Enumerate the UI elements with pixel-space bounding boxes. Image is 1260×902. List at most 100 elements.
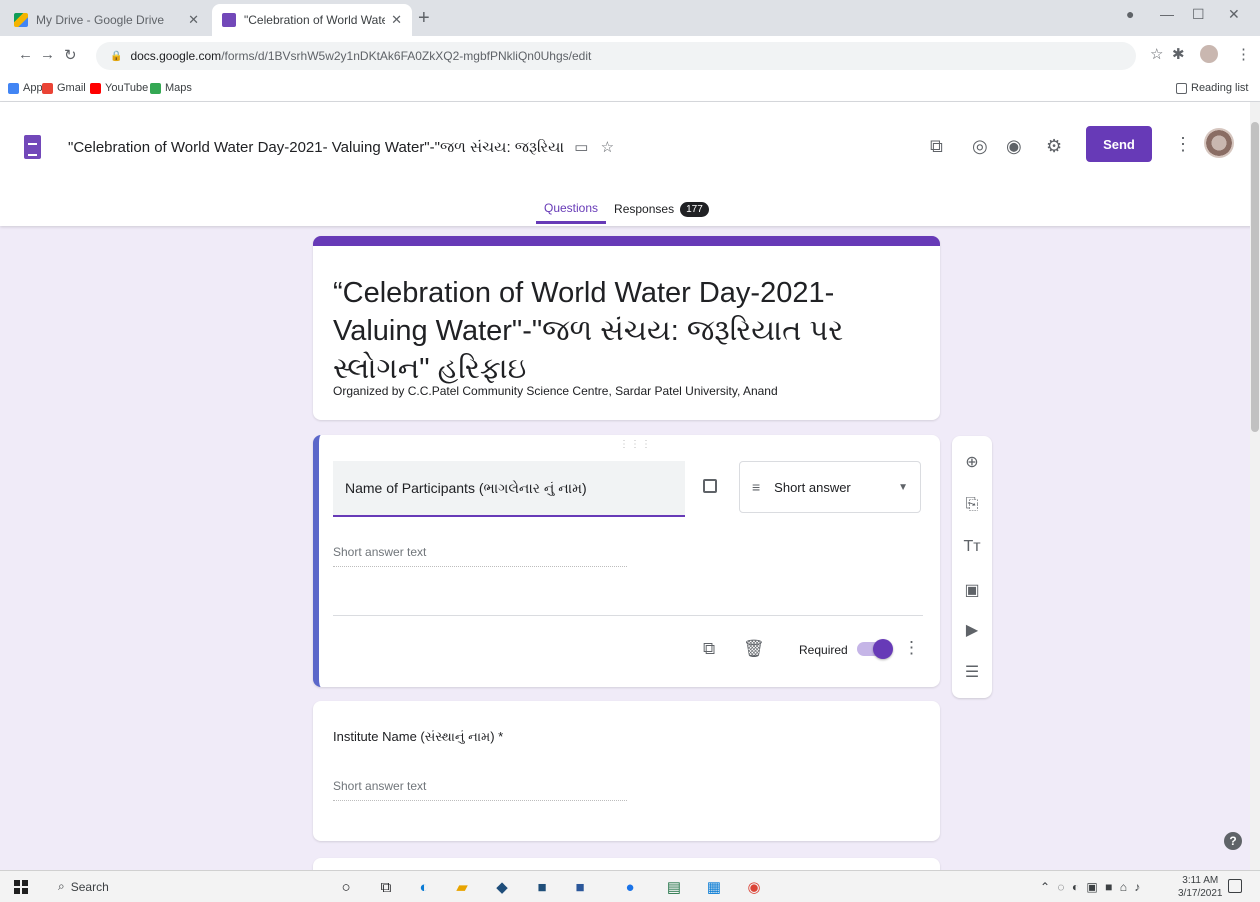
close-tab-icon[interactable]: ✕ xyxy=(188,12,199,28)
add-image-icon[interactable] xyxy=(703,479,717,493)
toggle-knob xyxy=(873,639,893,659)
add-video-icon[interactable]: ▶ xyxy=(952,620,992,640)
gmail-icon xyxy=(42,82,53,94)
delete-trash-icon[interactable]: 🗑 xyxy=(743,639,765,659)
folder-icon[interactable]: ▭ xyxy=(574,139,588,156)
add-question-icon[interactable]: ⊕ xyxy=(952,452,992,472)
google-forms-icon xyxy=(222,13,236,27)
google-forms-logo-icon[interactable] xyxy=(24,135,41,159)
close-tab-icon[interactable]: ✕ xyxy=(391,12,402,28)
tab-questions-label: Questions xyxy=(544,200,599,215)
question-card[interactable]: Institute Name (સંસ્થાનું નામ) * Short a… xyxy=(313,701,940,841)
url-path: /forms/d/1BVsrhW5w2y1nDKtAk6FA0ZkXQ2-mgb… xyxy=(221,49,592,63)
app-blue-icon[interactable]: ● xyxy=(620,877,640,897)
bookmark-maps[interactable]: Maps xyxy=(150,82,192,94)
floating-toolbar: ⊕ ⎘ Tт ▣ ▶ ☰ xyxy=(952,436,992,698)
maximize-icon[interactable]: ☐ xyxy=(1192,6,1205,23)
short-answer-icon: ≡ xyxy=(752,479,761,495)
task-view-icon[interactable]: ⧉ xyxy=(376,877,396,897)
add-title-text-icon[interactable]: Tт xyxy=(952,538,992,556)
tab-responses-label: Responses xyxy=(614,202,675,216)
add-image-icon[interactable]: ▣ xyxy=(952,580,992,600)
system-tray-icons[interactable]: ⌃ ◌ ◐ ▣ ■ ⌂ ♪ xyxy=(1040,880,1142,894)
dropdown-caret-icon: ▼ xyxy=(898,481,908,493)
clock-time: 3:11 AM xyxy=(1182,875,1219,886)
tab-title: "Celebration of World Water Da xyxy=(244,13,386,27)
question-title-text: Name of Participants (ભાગલેનાર નું નામ) xyxy=(345,479,587,496)
bookmark-gmail[interactable]: Gmail xyxy=(42,82,86,94)
required-label: Required xyxy=(799,643,848,657)
excel-icon[interactable]: ▤ xyxy=(664,877,684,897)
back-icon[interactable]: ← xyxy=(18,46,33,63)
bookmark-label: Gmail xyxy=(57,82,86,94)
send-button[interactable]: Send xyxy=(1086,126,1152,162)
question-card-active[interactable]: ⋮⋮⋮ Name of Participants (ભાગલેનાર નું ન… xyxy=(313,435,940,687)
reload-icon[interactable]: ↻ xyxy=(64,46,77,64)
app-l-icon[interactable]: ■ xyxy=(532,877,552,897)
taskbar-search[interactable]: ⌕ Search xyxy=(58,879,109,894)
form-tabs: Questions Responses 177 xyxy=(536,194,717,224)
form-title[interactable]: “Celebration of World Water Day-2021- Va… xyxy=(333,274,923,388)
duplicate-icon[interactable]: ⧉ xyxy=(703,639,715,659)
app-window-icon[interactable]: ▦ xyxy=(704,877,724,897)
preview-eye-icon[interactable]: ◉ xyxy=(1006,136,1022,157)
bookmark-star-icon[interactable]: ☆ xyxy=(1150,45,1163,63)
tab-google-drive[interactable]: My Drive - Google Drive ✕ xyxy=(4,4,209,36)
file-explorer-icon[interactable]: ▰ xyxy=(452,877,472,897)
clock-date: 3/17/2021 xyxy=(1178,888,1223,899)
edge-icon[interactable]: ◐ xyxy=(414,877,434,897)
lock-icon: 🔒 xyxy=(110,50,123,62)
question-type-select[interactable]: ≡ Short answer ▼ xyxy=(739,461,921,513)
bookmarks-bar: Apps Gmail YouTube Maps Reading list xyxy=(0,76,1260,102)
close-window-icon[interactable]: ✕ xyxy=(1228,6,1240,23)
tab-questions[interactable]: Questions xyxy=(536,194,607,224)
profile-avatar-icon[interactable] xyxy=(1200,45,1218,63)
palette-icon[interactable]: ◎ xyxy=(972,136,988,157)
notifications-icon[interactable] xyxy=(1228,879,1242,893)
taskbar-clock[interactable]: 3:11 AM 3/17/2021 xyxy=(1178,874,1223,900)
profile-dot-icon[interactable]: ● xyxy=(1126,6,1134,22)
new-tab-icon[interactable]: + xyxy=(418,7,430,30)
tab-responses[interactable]: Responses 177 xyxy=(606,194,717,224)
forward-icon[interactable]: → xyxy=(40,46,55,63)
extensions-icon[interactable]: ✱ xyxy=(1172,45,1185,63)
question-type-label: Short answer xyxy=(774,479,851,495)
chrome-icon[interactable]: ◉ xyxy=(744,877,764,897)
tab-google-form[interactable]: "Celebration of World Water Da ✕ xyxy=(212,4,412,36)
form-description[interactable]: Organized by C.C.Patel Community Science… xyxy=(333,384,778,398)
question-more-icon[interactable]: ⋮ xyxy=(903,638,920,658)
search-icon: ⌕ xyxy=(58,879,65,893)
form-doc-title[interactable]: "Celebration of World Water Day-2021- Va… xyxy=(68,138,614,156)
avatar[interactable] xyxy=(1204,128,1234,158)
more-options-icon[interactable]: ⋮ xyxy=(1174,134,1192,155)
add-section-icon[interactable]: ☰ xyxy=(952,662,992,682)
question-title-input[interactable]: Name of Participants (ભાગલેનાર નું નામ) xyxy=(333,461,685,517)
required-toggle[interactable] xyxy=(857,639,893,659)
store-icon[interactable]: ◆ xyxy=(492,877,512,897)
reading-list-icon xyxy=(1176,82,1187,94)
short-answer-preview: Short answer text xyxy=(333,541,627,567)
help-icon[interactable]: ? xyxy=(1224,832,1242,850)
minimize-icon[interactable]: — xyxy=(1160,6,1174,22)
star-icon[interactable]: ☆ xyxy=(601,139,614,156)
short-answer-preview: Short answer text xyxy=(333,773,627,801)
drag-handle-icon[interactable]: ⋮⋮⋮ xyxy=(619,439,652,450)
addons-puzzle-icon[interactable]: ⧉ xyxy=(930,136,943,157)
import-questions-icon[interactable]: ⎘ xyxy=(952,496,992,514)
bookmark-label: Maps xyxy=(165,82,192,94)
url-host: docs.google.com xyxy=(130,49,222,63)
form-doc-title-text: "Celebration of World Water Day-2021- Va… xyxy=(68,139,565,156)
maps-icon xyxy=(150,82,161,94)
windows-start-icon[interactable] xyxy=(14,880,28,894)
bookmark-youtube[interactable]: YouTube xyxy=(90,82,148,94)
settings-gear-icon[interactable]: ⚙ xyxy=(1046,136,1062,157)
reading-list[interactable]: Reading list xyxy=(1176,82,1248,94)
address-bar[interactable]: 🔒 docs.google.com /forms/d/1BVsrhW5w2y1n… xyxy=(96,42,1136,70)
browser-tabbar: My Drive - Google Drive ✕ "Celebration o… xyxy=(0,0,1260,36)
cortana-icon[interactable]: ○ xyxy=(336,877,356,897)
question-title: Institute Name (સંસ્થાનું નામ) * xyxy=(333,729,504,744)
word-icon[interactable]: ■ xyxy=(570,877,590,897)
scrollbar-thumb[interactable] xyxy=(1251,122,1259,432)
menu-icon[interactable]: ⋮ xyxy=(1236,45,1251,63)
form-title-card[interactable]: “Celebration of World Water Day-2021- Va… xyxy=(313,236,940,420)
